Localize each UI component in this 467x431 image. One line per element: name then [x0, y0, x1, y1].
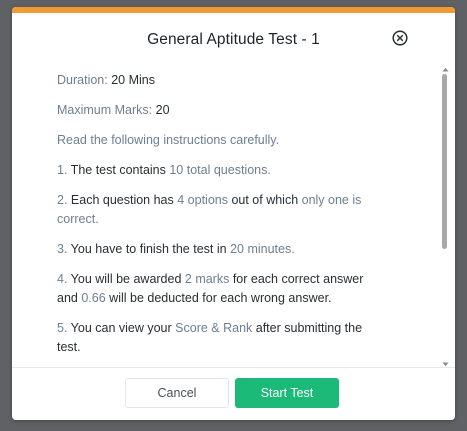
instruction-highlight: 10 total questions.: [169, 163, 271, 177]
instruction-number: 5.: [57, 321, 68, 335]
test-instructions-modal: General Aptitude Test - 1 Duration: 20 M…: [12, 7, 455, 420]
max-marks-label: Maximum Marks:: [57, 103, 153, 117]
instruction-highlight: Score & Rank: [175, 321, 253, 335]
max-marks-value: 20: [152, 103, 170, 117]
instruction-item: 1. The test contains 10 total questions.: [57, 161, 387, 180]
modal-footer: Cancel Start Test: [12, 367, 455, 420]
cancel-button[interactable]: Cancel: [125, 378, 229, 408]
scrollbar-thumb[interactable]: [442, 74, 447, 249]
instruction-number: 2.: [57, 193, 68, 207]
scroll-up-arrow-icon[interactable]: [441, 65, 449, 73]
instruction-item: 2. Each question has 4 options out of wh…: [57, 191, 387, 229]
instruction-text: out of which: [227, 193, 302, 207]
duration-label: Duration:: [57, 73, 108, 87]
instruction-text: You have to finish the test in: [67, 242, 231, 256]
instruction-text: will be deducted for each wrong answer.: [105, 291, 332, 305]
instruction-highlight: 20 minutes.: [230, 242, 295, 256]
scrollbar[interactable]: [441, 63, 449, 368]
modal-body[interactable]: Duration: 20 Mins Maximum Marks: 20 Read…: [12, 63, 455, 368]
instructions-heading: Read the following instructions carefull…: [57, 133, 280, 147]
modal-title: General Aptitude Test - 1: [147, 31, 320, 48]
instruction-item: 3. You have to finish the test in 20 min…: [57, 240, 387, 259]
instruction-highlight: 2 marks: [184, 272, 230, 286]
instruction-text: You will be awarded: [67, 272, 185, 286]
instruction-number: 1.: [57, 163, 68, 177]
instruction-highlight: 4 options: [177, 193, 228, 207]
instruction-item: 5. You can view your Score & Rank after …: [57, 319, 387, 357]
start-test-button[interactable]: Start Test: [235, 378, 339, 408]
modal-header: General Aptitude Test - 1: [12, 13, 455, 63]
duration-row: Duration: 20 Mins: [57, 71, 387, 90]
instruction-text: Each question has: [67, 193, 178, 207]
instruction-number: 4.: [57, 272, 68, 286]
instruction-text: The test contains: [67, 163, 170, 177]
instruction-number: 3.: [57, 242, 68, 256]
instructions-list: 1. The test contains 10 total questions.…: [57, 161, 387, 357]
instruction-highlight: 0.66: [81, 291, 106, 305]
instruction-item: 4. You will be awarded 2 marks for each …: [57, 270, 387, 308]
close-icon[interactable]: [392, 30, 408, 46]
instruction-text: You can view your: [67, 321, 176, 335]
duration-value: 20 Mins: [107, 73, 155, 87]
max-marks-row: Maximum Marks: 20: [57, 101, 387, 120]
